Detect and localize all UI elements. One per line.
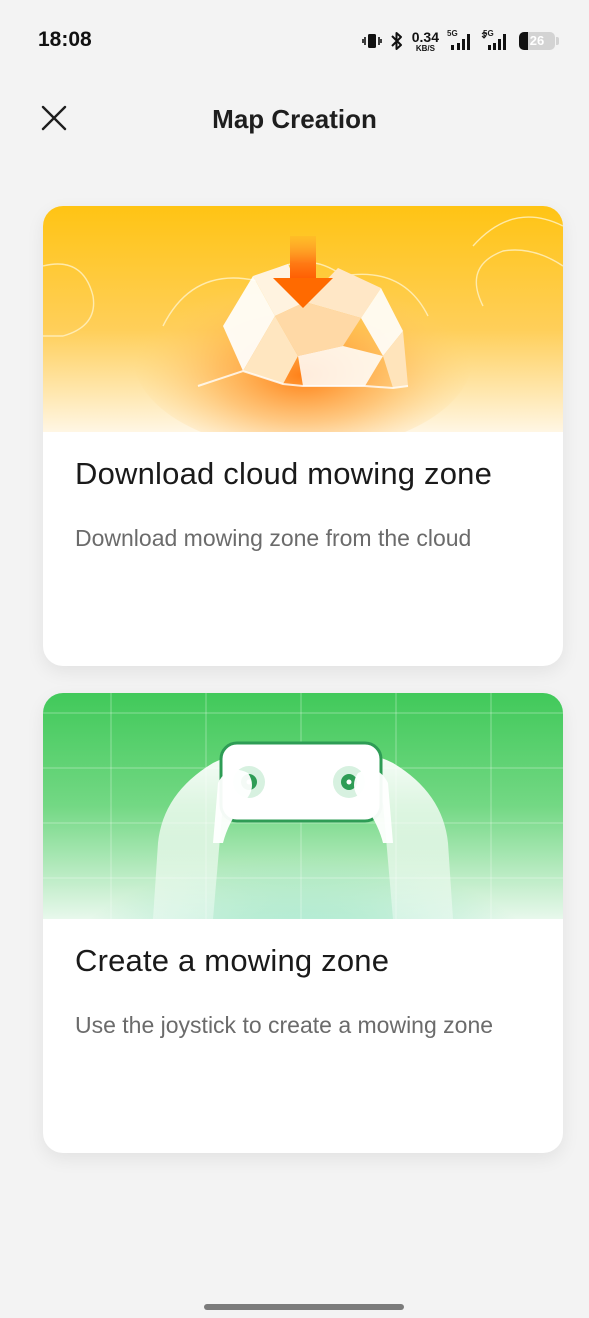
battery-cap bbox=[556, 37, 559, 45]
cloud-map-download-illustration bbox=[43, 206, 563, 432]
card-title: Create a mowing zone bbox=[75, 943, 390, 978]
map-creation-screen: 18:08 0.34 KB/S 5G 5G 26 Map Creation Do… bbox=[0, 0, 589, 1318]
card-description: Use the joystick to create a mowing zone bbox=[75, 1012, 494, 1038]
home-indicator[interactable] bbox=[204, 1304, 404, 1310]
signal-5g-icon-2: 5G bbox=[481, 29, 511, 51]
signal-5g-icon: 5G bbox=[447, 29, 473, 51]
page-title: Map Creation bbox=[212, 104, 377, 134]
network-speed: 0.34 KB/S bbox=[411, 28, 439, 53]
battery-icon: 26 bbox=[519, 32, 555, 50]
status-icons: 0.34 KB/S 5G 5G 26 bbox=[361, 28, 559, 54]
create-mowing-zone-card[interactable]: Create a mowing zone Use the joystick to… bbox=[43, 693, 563, 1153]
card-title: Download cloud mowing zone bbox=[75, 456, 493, 491]
vibrate-icon bbox=[361, 31, 382, 51]
header: Map Creation bbox=[0, 92, 589, 148]
bluetooth-icon bbox=[390, 31, 404, 51]
card-description: Download mowing zone from the cloud bbox=[75, 525, 472, 551]
download-cloud-zone-card[interactable]: Download cloud mowing zone Download mowi… bbox=[43, 206, 563, 666]
status-bar: 18:08 0.34 KB/S 5G 5G 26 bbox=[0, 0, 589, 80]
status-time: 18:08 bbox=[38, 28, 92, 51]
joystick-controller-illustration bbox=[43, 693, 563, 919]
